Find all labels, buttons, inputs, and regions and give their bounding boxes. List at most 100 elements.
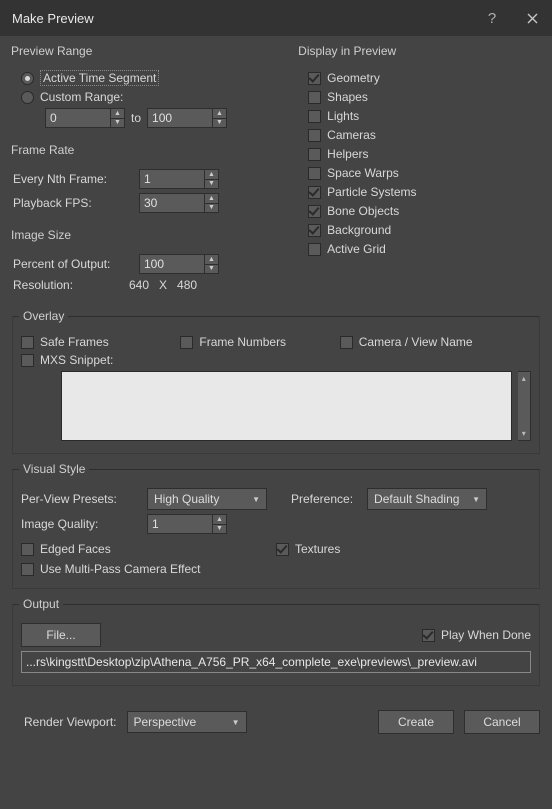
chevron-down-icon: ▼ [232, 718, 240, 727]
radio-custom-range[interactable] [21, 91, 34, 104]
preference-value: Default Shading [374, 492, 472, 506]
playback-fps-label: Playback FPS: [13, 196, 133, 210]
close-button[interactable] [512, 0, 552, 36]
check-play-when-done[interactable] [422, 629, 435, 642]
display-item-label: Background [327, 223, 391, 237]
image-size-legend: Image Size [11, 226, 71, 244]
image-quality-label: Image Quality: [21, 517, 141, 531]
custom-range-to[interactable]: ▲▼ [147, 108, 227, 128]
preview-range-legend: Preview Range [11, 42, 92, 60]
image-quality-input[interactable] [147, 514, 213, 534]
chevron-down-icon: ▼ [472, 495, 480, 504]
display-in-preview-group: Display in Preview Geometry Shapes Lights C… [299, 42, 540, 268]
display-item-label: Geometry [327, 71, 380, 85]
render-viewport-dropdown[interactable]: Perspective ▼ [127, 711, 247, 733]
check-edged-faces[interactable] [21, 543, 34, 556]
window-title: Make Preview [12, 11, 94, 26]
active-time-segment-label: Active Time Segment [40, 70, 159, 86]
display-item-label: Particle Systems [327, 185, 416, 199]
spinner-arrows[interactable]: ▲▼ [205, 193, 219, 213]
playback-fps-spinner[interactable]: ▲▼ [139, 193, 219, 213]
frame-numbers-label: Frame Numbers [199, 335, 286, 349]
cancel-button[interactable]: Cancel [464, 710, 540, 734]
resolution-height: 480 [177, 278, 197, 292]
preview-range-group: Preview Range Active Time Segment Custom… [12, 42, 291, 139]
spinner-arrows[interactable]: ▲▼ [213, 514, 227, 534]
output-group: Output File... Play When Done [12, 597, 540, 686]
frame-rate-group: Frame Rate Every Nth Frame: ▲▼ Playback … [12, 141, 291, 224]
percent-output-spinner[interactable]: ▲▼ [139, 254, 219, 274]
range-to-label: to [131, 111, 141, 125]
create-button[interactable]: Create [378, 710, 454, 734]
check-camera-view-name[interactable] [340, 336, 353, 349]
mxs-snippet-input[interactable] [61, 371, 512, 441]
preference-label: Preference: [291, 492, 353, 506]
spinner-arrows[interactable]: ▲▼ [111, 108, 125, 128]
resolution-x: X [159, 278, 167, 292]
overlay-legend: Overlay [19, 309, 68, 323]
spinner-arrows[interactable]: ▲▼ [205, 169, 219, 189]
check-display-shapes[interactable] [308, 91, 321, 104]
spinner-arrows[interactable]: ▲▼ [213, 108, 227, 128]
display-item-label: Lights [327, 109, 359, 123]
per-view-presets-value: High Quality [154, 492, 252, 506]
radio-active-time-segment[interactable] [21, 72, 34, 85]
render-viewport-label: Render Viewport: [24, 715, 117, 729]
overlay-group: Overlay Safe Frames Frame Numbers Camera… [12, 309, 540, 454]
every-nth-input[interactable] [139, 169, 205, 189]
display-in-preview-legend: Display in Preview [298, 42, 396, 60]
titlebar: Make Preview ? [0, 0, 552, 36]
check-safe-frames[interactable] [21, 336, 34, 349]
output-path-input[interactable] [21, 651, 531, 673]
mxs-snippet-label: MXS Snippet: [40, 353, 113, 367]
percent-output-input[interactable] [139, 254, 205, 274]
every-nth-label: Every Nth Frame: [13, 172, 133, 186]
textures-label: Textures [295, 542, 340, 556]
check-textures[interactable] [276, 543, 289, 556]
multi-pass-label: Use Multi-Pass Camera Effect [40, 562, 201, 576]
camera-view-name-label: Camera / View Name [359, 335, 473, 349]
check-display-cameras[interactable] [308, 129, 321, 142]
image-size-group: Image Size Percent of Output: ▲▼ Resolut… [12, 226, 291, 303]
check-display-space-warps[interactable] [308, 167, 321, 180]
safe-frames-label: Safe Frames [40, 335, 109, 349]
check-display-active-grid[interactable] [308, 243, 321, 256]
visual-style-group: Visual Style Per-View Presets: High Qual… [12, 462, 540, 589]
check-display-bone-objects[interactable] [308, 205, 321, 218]
render-viewport-value: Perspective [134, 715, 232, 729]
frame-rate-legend: Frame Rate [11, 141, 74, 159]
edged-faces-label: Edged Faces [40, 542, 111, 556]
visual-style-legend: Visual Style [19, 462, 89, 476]
per-view-presets-label: Per-View Presets: [21, 492, 141, 506]
playback-fps-input[interactable] [139, 193, 205, 213]
mxs-scrollbar[interactable]: ▴▾ [518, 371, 531, 441]
spinner-arrows[interactable]: ▲▼ [205, 254, 219, 274]
check-frame-numbers[interactable] [180, 336, 193, 349]
file-button[interactable]: File... [21, 623, 101, 647]
every-nth-spinner[interactable]: ▲▼ [139, 169, 219, 189]
display-item-label: Shapes [327, 90, 368, 104]
display-item-label: Helpers [327, 147, 368, 161]
bottom-bar: Render Viewport: Perspective ▼ Create Ca… [0, 700, 552, 746]
image-quality-spinner[interactable]: ▲▼ [147, 514, 227, 534]
resolution-width: 640 [129, 278, 149, 292]
preference-dropdown[interactable]: Default Shading ▼ [367, 488, 487, 510]
check-display-lights[interactable] [308, 110, 321, 123]
check-multi-pass[interactable] [21, 563, 34, 576]
display-item-label: Active Grid [327, 242, 386, 256]
check-display-particle-systems[interactable] [308, 186, 321, 199]
check-display-background[interactable] [308, 224, 321, 237]
play-when-done-label: Play When Done [441, 628, 531, 642]
display-item-label: Bone Objects [327, 204, 399, 218]
display-item-label: Cameras [327, 128, 376, 142]
custom-range-from[interactable]: ▲▼ [45, 108, 125, 128]
help-button[interactable]: ? [472, 0, 512, 36]
check-display-geometry[interactable] [308, 72, 321, 85]
custom-range-to-input[interactable] [147, 108, 213, 128]
per-view-presets-dropdown[interactable]: High Quality ▼ [147, 488, 267, 510]
check-mxs-snippet[interactable] [21, 354, 34, 367]
output-legend: Output [19, 597, 63, 611]
custom-range-from-input[interactable] [45, 108, 111, 128]
check-display-helpers[interactable] [308, 148, 321, 161]
resolution-label: Resolution: [13, 278, 123, 292]
